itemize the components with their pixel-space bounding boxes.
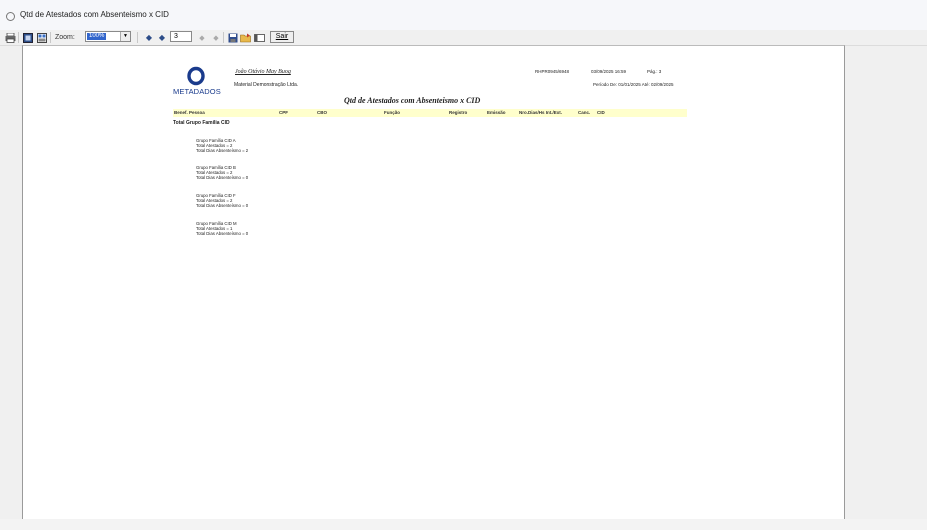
group-total-dias: Total Dias Absenteísmo = 0 [196,231,249,236]
col-cid: CID [597,110,605,115]
column-header-band [173,109,687,117]
save-icon[interactable] [227,32,238,43]
logo-text: METADADOS [173,87,221,96]
group-block: Grupo Família CID F Total Atestados = 2 … [196,193,248,208]
report-datetime: 03/09/2025 16:59 [591,69,627,74]
col-benef-pessoa: Benef. Pessoa [174,110,205,115]
metadados-logo: METADADOS [173,64,221,96]
next-page-icon[interactable]: ◆ [197,32,207,43]
group-total-title: Total Grupo Família CID [173,120,230,126]
col-nro-dias: Nro.Dias/Hs Int./Ext. [519,110,563,115]
col-cbo: CBO [317,110,327,115]
app-icon [6,12,15,21]
page-view-icon[interactable] [22,32,33,43]
report-viewer[interactable]: METADADOS João Otávio May Buog Material … [22,45,845,519]
print-icon[interactable] [4,32,16,43]
group-block: Grupo Família CID M Total Atestados = 1 … [196,221,248,236]
col-canc: Canc. [578,110,591,115]
report-period: Período De: 01/01/2025 Até: 02/09/2025 [593,82,674,87]
page-number-input[interactable]: 3 [170,31,192,42]
window-titlebar: Qtd de Atestados com Absenteismo x CID [0,0,927,30]
export-icon[interactable] [253,32,265,43]
col-cpf: CPF [279,110,288,115]
report-page: METADADOS João Otávio May Buog Material … [23,46,846,520]
status-strip [0,519,927,530]
col-registro: Registro [449,110,468,115]
group-total-dias: Total Dias Absenteísmo = 0 [196,175,249,180]
col-funcao: Função [384,110,401,115]
group-total-dias: Total Dias Absenteísmo = 0 [196,203,249,208]
zoom-select[interactable]: 100% ▼ [85,31,131,42]
first-page-icon[interactable]: ◆ [144,32,154,43]
multi-page-icon[interactable] [36,32,47,43]
report-page-number: Pág.: 3 [647,69,662,74]
chevron-down-icon[interactable]: ▼ [120,32,130,41]
group-block: Grupo Família CID A Total Atestados = 2 … [196,138,248,153]
company-name: Material Demonstração Ltda. [234,82,299,88]
user-name: João Otávio May Buog [235,69,291,75]
col-emissao: Emissão [487,110,506,115]
last-page-icon[interactable]: ◆ [211,32,221,43]
window-title: Qtd de Atestados com Absenteismo x CID [20,10,169,19]
report-title: Qtd de Atestados com Absenteismo x CID [344,96,481,105]
open-folder-icon[interactable] [240,32,251,43]
exit-button[interactable]: Sair [270,31,294,43]
zoom-label: Zoom: [55,34,75,41]
prev-page-icon[interactable]: ◆ [157,32,167,43]
zoom-value: 100% [87,33,107,40]
group-total-dias: Total Dias Absenteísmo = 2 [196,148,249,153]
toolbar: Zoom: 100% ▼ ◆ ◆ 3 ◆ ◆ Sair [0,30,927,46]
report-id: RHPR0945/6948 [535,69,570,74]
group-block: Grupo Família CID B Total Atestados = 2 … [196,165,248,180]
